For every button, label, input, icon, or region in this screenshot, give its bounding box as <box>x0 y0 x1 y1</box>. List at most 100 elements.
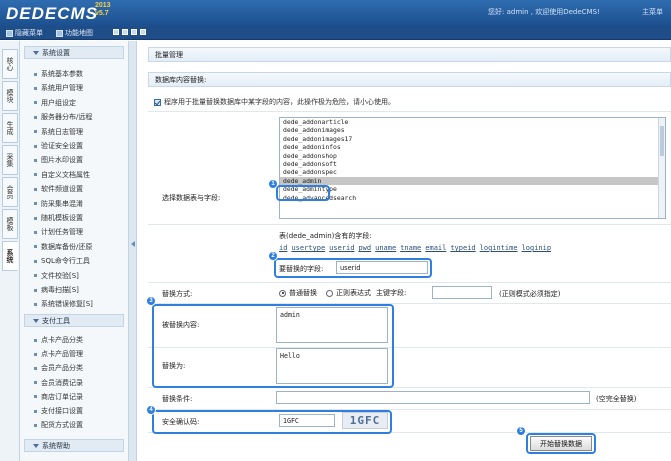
layout-icon[interactable] <box>131 29 137 35</box>
sidebar-menu-item-label: 软件频道设置 <box>41 185 83 194</box>
sidebar-menu-item[interactable]: 自定义文档属性 <box>34 170 90 180</box>
sidebar-menu-item[interactable]: 系统基本参数 <box>34 69 83 79</box>
function-map-button[interactable]: 功能地图 <box>56 28 93 38</box>
tab-generate[interactable]: 生成 <box>2 113 18 143</box>
divider <box>148 111 671 112</box>
sidebar-menu-item[interactable]: SQL命令行工具 <box>34 256 90 266</box>
bullet-icon <box>34 115 37 119</box>
menu-group-system-settings[interactable]: 系统设置 <box>24 46 124 59</box>
table-option[interactable]: dede_advancedsearch <box>280 194 665 202</box>
bullet-icon <box>34 352 37 356</box>
field-link[interactable]: logintime <box>480 244 518 252</box>
sidebar-menu-item-label: 会员消费记录 <box>41 378 83 387</box>
sidebar-menu-item-label: 随机模板设置 <box>41 214 83 222</box>
sidebar-menu-item[interactable]: 文件校验[S] <box>34 271 79 281</box>
sidebar-menu-item[interactable]: 商店订单记录 <box>34 392 83 402</box>
field-link[interactable]: usertype <box>291 244 325 252</box>
tab-templates[interactable]: 模板 <box>2 209 18 239</box>
sidebar-menu-item[interactable]: 点卡产品分类 <box>34 335 83 345</box>
sidebar-menu-item[interactable]: 支付接口设置 <box>34 406 83 416</box>
regex-note: (正则模式必须指定) <box>499 290 561 298</box>
sidebar-menu-item[interactable]: 病毒扫描[S] <box>34 285 79 295</box>
tab-modules[interactable]: 模块 <box>2 81 18 111</box>
radio-normal-replace[interactable] <box>279 289 286 297</box>
field-link[interactable]: typeid <box>450 244 475 252</box>
table-option[interactable]: dede_addonimages <box>280 126 665 134</box>
step-badge-5: 5 <box>516 426 526 436</box>
sidebar-menu-item-label: 计划任务管理 <box>41 228 83 237</box>
table-option[interactable]: dede_addonsoft <box>280 160 665 168</box>
logo-version-number: v5.7 <box>95 10 109 17</box>
sidebar-menu-item[interactable]: 图片水印设置 <box>34 155 83 165</box>
layout-icon[interactable] <box>140 29 146 35</box>
table-option[interactable]: dede_addonshop <box>280 152 665 160</box>
table-option[interactable]: dede_addoninfos <box>280 143 665 151</box>
field-link[interactable]: loginip <box>522 244 552 252</box>
logo-version-year: 2013 <box>95 2 111 9</box>
sidebar-menu-item-label: 用户组设定 <box>41 98 76 107</box>
sidebar-menu-item-label: 点卡产品分类 <box>41 336 83 344</box>
chevron-down-icon <box>33 443 39 448</box>
bullet-icon <box>34 366 37 370</box>
sidebar-menu-item[interactable]: 数据库备份/还原 <box>34 242 92 252</box>
field-link[interactable]: tname <box>400 244 421 252</box>
radio-regex-replace[interactable] <box>326 289 333 297</box>
step-badge-1: 1 <box>268 179 278 189</box>
table-option[interactable]: dede_admin <box>280 176 665 186</box>
menu-group-system-help[interactable]: 系统帮助 <box>24 439 124 452</box>
layout-icon[interactable] <box>122 29 128 35</box>
sidebar-menu-item[interactable]: 系统错误修复[S] <box>34 299 93 309</box>
sidebar-menu-item[interactable]: 用户组设定 <box>34 98 76 108</box>
menu-group-payment-tools[interactable]: 支付工具 <box>24 314 124 327</box>
field-link[interactable]: pwd <box>358 244 371 252</box>
sidebar-menu-item[interactable]: 计划任务管理 <box>34 227 83 237</box>
sidebar-splitter[interactable] <box>128 41 137 461</box>
main-menu-link[interactable]: 主菜单 <box>642 7 663 17</box>
table-option[interactable]: dede_addonspec <box>280 168 665 176</box>
divider <box>148 282 671 283</box>
field-link[interactable]: email <box>425 244 446 252</box>
bullet-icon <box>34 72 37 76</box>
sidebar-menu-item[interactable]: 配货方式设置 <box>34 420 83 430</box>
tab-members[interactable]: 会员 <box>2 177 18 207</box>
list-scrollbar[interactable] <box>658 118 665 218</box>
top-header: DEDECMS 2013 v5.7 您好: admin , 欢迎使用DedeCM… <box>0 0 671 26</box>
sidebar-menu-item[interactable]: 随机模板设置 <box>34 213 83 223</box>
map-icon <box>56 29 63 37</box>
sidebar-menu-item[interactable]: 点卡产品管理 <box>34 349 83 359</box>
field-link[interactable]: userid <box>329 244 354 252</box>
table-option[interactable]: dede_admintype <box>280 185 665 193</box>
tab-system[interactable]: 系统 <box>2 241 18 271</box>
sidebar-menu-item[interactable]: 会员产品分类 <box>34 363 83 373</box>
sidebar-menu-item[interactable]: 服务器分布/远程 <box>34 112 92 122</box>
condition-input[interactable] <box>276 391 590 404</box>
sidebar-menu-item-label: 系统错误修复[S] <box>41 300 93 309</box>
layout-icon[interactable] <box>113 29 119 35</box>
collapse-arrow-icon[interactable] <box>131 241 135 247</box>
sidebar-menu-item-label: 服务器分布/远程 <box>41 113 93 122</box>
table-option[interactable]: dede_addonimages17 <box>280 135 665 143</box>
condition-label: 替换条件: <box>162 395 193 403</box>
bullet-icon <box>34 259 37 263</box>
sidebar-menu-item[interactable]: 防采集串混淆 <box>34 199 83 209</box>
sidebar-menu-item-label: 自定义文档属性 <box>41 170 90 179</box>
sidebar-menu-item[interactable]: 系统日志管理 <box>34 127 83 137</box>
sidebar-menu-item[interactable]: 会员消费记录 <box>34 378 83 388</box>
hide-menu-button[interactable]: 隐藏菜单 <box>6 28 43 38</box>
scrollbar-thumb[interactable] <box>660 126 664 156</box>
key-field-input[interactable] <box>432 286 492 299</box>
tab-collect[interactable]: 采集 <box>2 145 18 175</box>
sidebar-menu-item[interactable]: 验证安全设置 <box>34 141 83 151</box>
sidebar-menu-item-label: 会员产品分类 <box>41 364 83 373</box>
sidebar-menu-item[interactable]: 软件频道设置 <box>34 184 83 194</box>
layout-switcher[interactable] <box>113 29 146 35</box>
bullet-icon <box>34 158 37 162</box>
sidebar-menu-item-label: SQL命令行工具 <box>41 257 90 266</box>
tab-core[interactable]: 核心 <box>2 49 18 79</box>
function-map-label: 功能地图 <box>65 29 93 37</box>
table-option[interactable]: dede_addonarticle <box>280 118 665 126</box>
field-link[interactable]: uname <box>375 244 396 252</box>
sidebar-menu-item[interactable]: 系统用户管理 <box>34 83 83 93</box>
field-link[interactable]: id <box>279 244 287 252</box>
table-select-list[interactable]: dede_addonarticle dede_addonimages dede_ad… <box>279 117 666 219</box>
